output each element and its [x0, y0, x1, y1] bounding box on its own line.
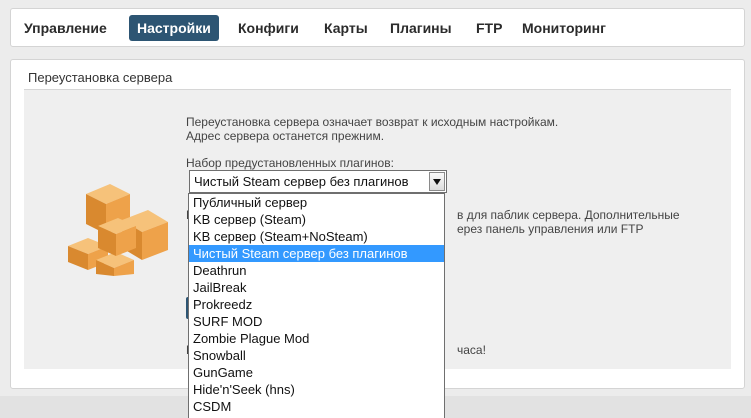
- description-line: Адрес сервера останется прежним.: [186, 129, 385, 143]
- boxes-icon: [68, 184, 168, 276]
- reinstall-description: Переустановка сервера означает возврат к…: [186, 115, 558, 143]
- nav-tab-monitoring[interactable]: Мониторинг: [522, 15, 606, 41]
- option-jailbreak[interactable]: JailBreak: [189, 279, 444, 296]
- nav-tab-settings[interactable]: Настройки: [129, 15, 219, 41]
- plugin-preset-select[interactable]: Чистый Steam сервер без плагинов: [189, 170, 447, 193]
- preset-hint-text: в для паблик сервера. Дополнительные ере…: [457, 208, 680, 236]
- description-line: Переустановка сервера означает возврат к…: [186, 115, 559, 129]
- chevron-down-icon[interactable]: [429, 172, 445, 191]
- hint-line: ерез панель управления или FTP: [457, 222, 644, 236]
- option-kb-steam[interactable]: KB сервер (Steam): [189, 211, 444, 228]
- nav-tab-ftp[interactable]: FTP: [476, 15, 502, 41]
- panel-title: Переустановка сервера: [28, 70, 173, 85]
- select-current-value: Чистый Steam сервер без плагинов: [194, 174, 409, 189]
- plugin-preset-options: Публичный сервер KB сервер (Steam) KB се…: [188, 193, 445, 418]
- nav-tab-configs[interactable]: Конфиги: [238, 15, 299, 41]
- option-gungame[interactable]: GunGame: [189, 364, 444, 381]
- option-clean-steam[interactable]: Чистый Steam сервер без плагинов: [189, 245, 444, 262]
- hint-line: в для паблик сервера. Дополнительные: [457, 208, 680, 222]
- option-surf-mod[interactable]: SURF MOD: [189, 313, 444, 330]
- nav-tab-plugins[interactable]: Плагины: [390, 15, 452, 41]
- option-kb-steam-nosteam[interactable]: KB сервер (Steam+NoSteam): [189, 228, 444, 245]
- option-snowball[interactable]: Snowball: [189, 347, 444, 364]
- warning-text: часа!: [457, 343, 486, 357]
- option-deathrun[interactable]: Deathrun: [189, 262, 444, 279]
- option-zombie-plague[interactable]: Zombie Plague Mod: [189, 330, 444, 347]
- option-prokreedz[interactable]: Prokreedz: [189, 296, 444, 313]
- top-navigation: Управление Настройки Конфиги Карты Плаги…: [10, 8, 745, 47]
- option-hide-n-seek[interactable]: Hide'n'Seek (hns): [189, 381, 444, 398]
- plugin-preset-label: Набор предустановленных плагинов:: [186, 156, 394, 170]
- option-csdm[interactable]: CSDM: [189, 398, 444, 415]
- nav-tab-maps[interactable]: Карты: [324, 15, 368, 41]
- option-public-server[interactable]: Публичный сервер: [189, 194, 444, 211]
- nav-tab-management[interactable]: Управление: [24, 15, 107, 41]
